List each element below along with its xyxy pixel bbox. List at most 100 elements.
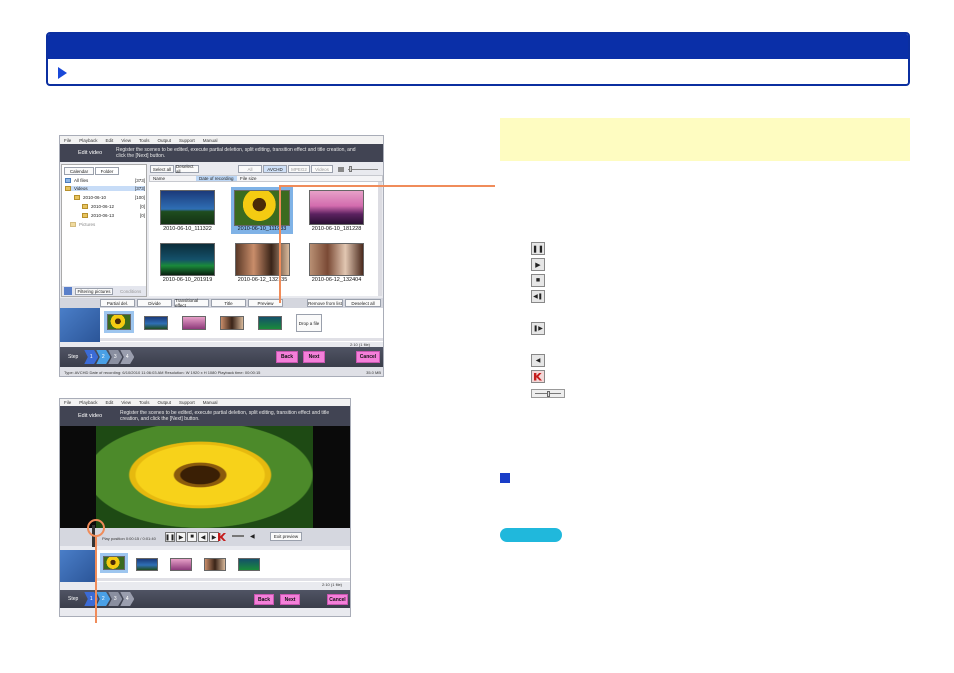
pause-icon[interactable]: ❚❚ [165,532,175,542]
timeline-clip[interactable] [107,314,131,330]
step-number: 1 [89,354,93,360]
col-date[interactable]: Date of recording [196,176,237,181]
timeline-clip[interactable] [204,558,226,571]
video-thumbnail[interactable] [235,243,290,276]
back-button[interactable]: Back [254,594,274,605]
drop-file-zone[interactable]: Drop a file [296,314,322,332]
filter-all-button[interactable]: All [238,165,262,173]
step-4: 4 [120,592,135,606]
title-button[interactable]: Title [211,299,246,307]
filter-avchd-button[interactable]: AVCHD [263,165,287,173]
menu-item[interactable]: Support [179,400,195,405]
step-3: 3 [108,592,123,606]
zoom-slider-handle[interactable] [349,166,352,172]
step-number: 2 [101,596,105,602]
video-thumbnail[interactable] [309,190,364,225]
step-1: 1 [84,350,99,364]
menu-item[interactable]: File [64,400,71,405]
tree-count: [373] [134,186,145,191]
timeline-clip[interactable] [144,316,168,330]
tree-item[interactable]: Pictures [70,222,145,227]
tab-calendar[interactable]: Calendar [64,167,94,175]
deselect-all-button[interactable]: Deselect all [175,164,199,174]
timeline-clip[interactable] [220,316,244,330]
menu-item[interactable]: Tools [139,138,150,143]
menu-item[interactable]: View [121,400,131,405]
partial-delete-button[interactable]: Partial del. [100,299,135,307]
timeline-clip[interactable] [238,558,260,571]
next-button[interactable]: Next [303,351,325,363]
play-position-label: Play position 0:00:15 / 0:01:40 [102,536,156,541]
filter-field[interactable]: Filtering pictures [75,287,113,295]
play-icon[interactable]: ▶ [176,532,186,542]
timeline-clip[interactable] [170,558,192,571]
timeline-scrollbar[interactable] [96,578,350,581]
menu-item[interactable]: Manual [203,138,218,143]
timeline-scrollbar[interactable] [100,338,383,341]
menu-item[interactable]: Support [179,138,195,143]
speaker-icon[interactable]: ◀ [250,533,255,540]
tree-item[interactable]: 2010-06-12 [0] [82,204,145,209]
menu-item[interactable]: Edit [106,138,114,143]
zoom-slider[interactable] [348,169,378,170]
filter-videos-button[interactable]: Videos [311,165,333,173]
tree-count: [100] [134,195,145,200]
preview-button[interactable]: Preview [248,299,283,307]
folder-icon [82,204,88,209]
video-thumbnail[interactable] [160,243,215,276]
frame-forward-icon[interactable]: ▶ [209,532,219,542]
step-number: 2 [101,354,105,360]
select-all-button[interactable]: Select all [150,165,174,173]
tree-label: 2010-06-12 [91,204,115,209]
next-button[interactable]: Next [280,594,300,605]
scrollbar[interactable] [378,182,382,296]
menu-item[interactable]: Manual [203,400,218,405]
timeline-clip[interactable] [136,558,158,571]
tree-item[interactable]: 2010-06-10 [100] [74,195,145,200]
menu-item[interactable]: Output [158,400,172,405]
step-2: 2 [96,592,111,606]
volume-slider[interactable] [232,535,244,537]
remove-from-list-button[interactable]: Remove from list [307,299,343,307]
note-box [500,118,910,161]
deselect-all-list-button[interactable]: Deselect all [345,299,381,307]
tree-count: [0] [139,213,145,218]
view-icon[interactable] [338,167,344,172]
filter-bar[interactable]: Filtering pictures Conditions [62,286,146,296]
menu-item[interactable]: Output [158,138,172,143]
filter-mpeg2-button[interactable]: MPEG2 [288,165,310,173]
cancel-button[interactable]: Cancel [327,594,348,605]
header-bar [48,34,908,59]
menu-item[interactable]: File [64,138,71,143]
video-thumbnail[interactable] [234,190,290,226]
menu-item[interactable]: View [121,138,131,143]
status-bar: Type: AVCHD Date of recording: 6/10/2010… [60,367,383,376]
divide-button[interactable]: Divide [137,299,172,307]
folder-icon [65,186,71,191]
timeline-clip[interactable] [103,556,125,570]
col-name[interactable]: Name [150,176,196,181]
cancel-button[interactable]: Cancel [356,351,380,363]
back-button[interactable]: Back [276,351,298,363]
timeline-clip[interactable] [182,316,206,330]
video-thumbnail[interactable] [309,243,364,276]
col-size[interactable]: File size [237,176,257,181]
tab-folder[interactable]: Folder [95,167,119,175]
tree-label: Pictures [79,222,96,227]
frame-back-icon[interactable]: ◀ [198,532,208,542]
frame-forward-icon: ❚▶ [531,322,545,335]
menu-item[interactable]: Tools [139,400,150,405]
play-position-text: Play position [102,536,125,541]
tree-item[interactable]: 2010-06-13 [0] [82,213,145,218]
exit-preview-button[interactable]: Exit preview [270,532,302,541]
stop-icon[interactable]: ■ [187,532,197,542]
video-thumbnail[interactable] [160,190,215,225]
menu-item[interactable]: Playback [79,400,97,405]
transition-effect-button[interactable]: Transitional effect [174,298,209,308]
tree-item[interactable]: Videos [373] [65,186,145,191]
menu-item[interactable]: Playback [79,138,97,143]
timeline-clip[interactable] [258,316,282,330]
tree-item[interactable]: All files [373] [65,178,145,183]
split-mark-icon [531,370,545,383]
menu-item[interactable]: Edit [106,400,114,405]
